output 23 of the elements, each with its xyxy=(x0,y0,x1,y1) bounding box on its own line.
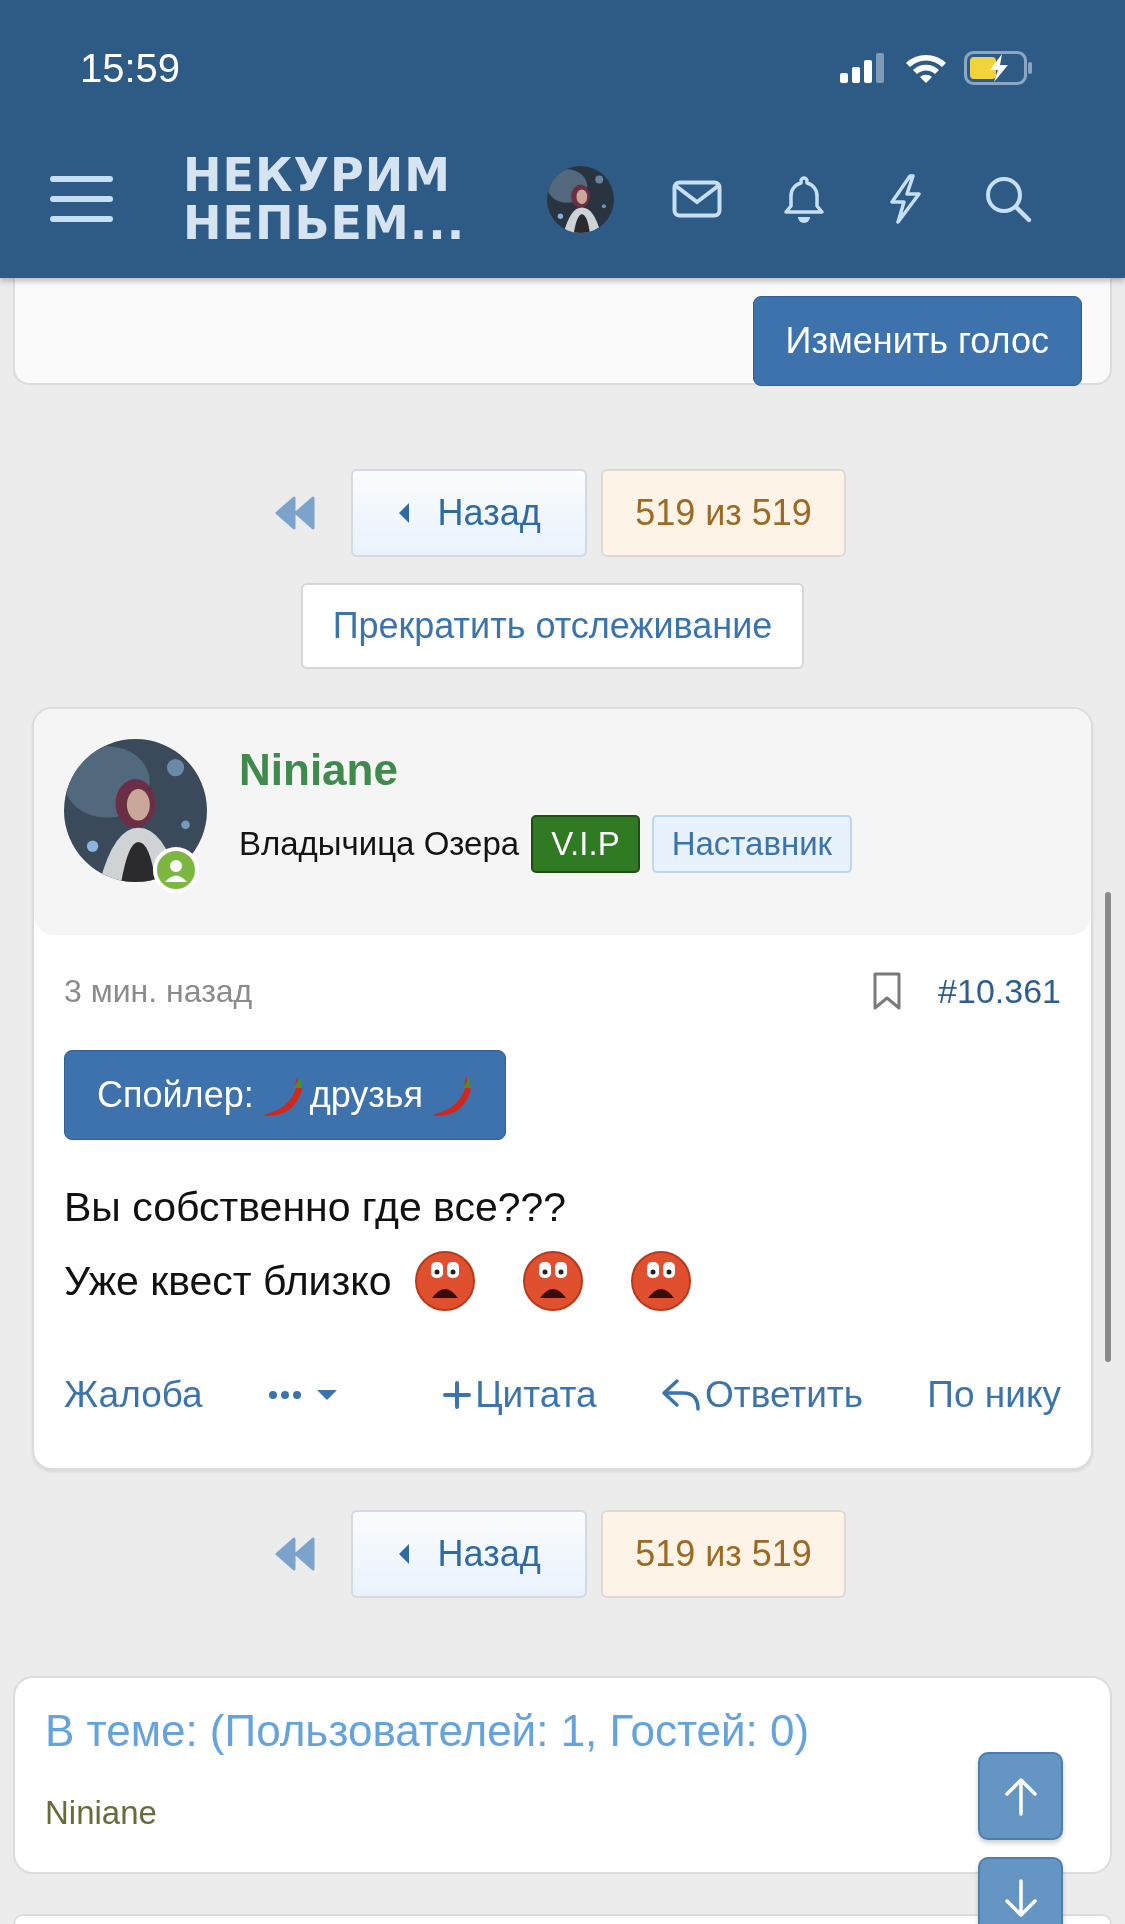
online-user-link[interactable]: Niniane xyxy=(45,1794,157,1832)
report-link[interactable]: Жалоба xyxy=(64,1374,203,1416)
post-text: Вы собственно где все??? xyxy=(64,1183,567,1231)
quote-link[interactable]: Цитата xyxy=(443,1374,597,1416)
mention-link[interactable]: По нику xyxy=(927,1374,1061,1416)
user-badge: Наставник xyxy=(651,815,853,873)
online-users-title: В теме: (Пользователей: 1, Гостей: 0) xyxy=(45,1706,811,1756)
unwatch-button[interactable]: Прекратить отслеживание xyxy=(300,583,805,669)
author-name[interactable]: Niniane xyxy=(239,745,853,795)
spoiler-button[interactable]: Спойлер: друзья xyxy=(64,1050,507,1140)
status-time: 15:59 xyxy=(80,44,182,91)
user-title: Владычица Озера xyxy=(239,825,520,863)
page-button[interactable]: 519 из 519 xyxy=(601,1510,846,1598)
post-time: 3 мин. назад xyxy=(64,972,254,1010)
post-number[interactable]: #10.361 xyxy=(938,971,1061,1011)
site-logo[interactable]: НЕКУРИМ НЕПЬЕМ... xyxy=(183,151,483,247)
back-button[interactable]: Назад xyxy=(351,1510,588,1598)
back-button[interactable]: Назад xyxy=(351,469,588,557)
page-button[interactable]: 519 из 519 xyxy=(601,469,846,557)
post-text: Уже квест близко xyxy=(64,1257,392,1305)
change-vote-button[interactable]: Изменить голос xyxy=(752,296,1082,386)
user-badge: V.I.P xyxy=(531,815,640,873)
reply-link[interactable]: Ответить xyxy=(660,1374,864,1416)
